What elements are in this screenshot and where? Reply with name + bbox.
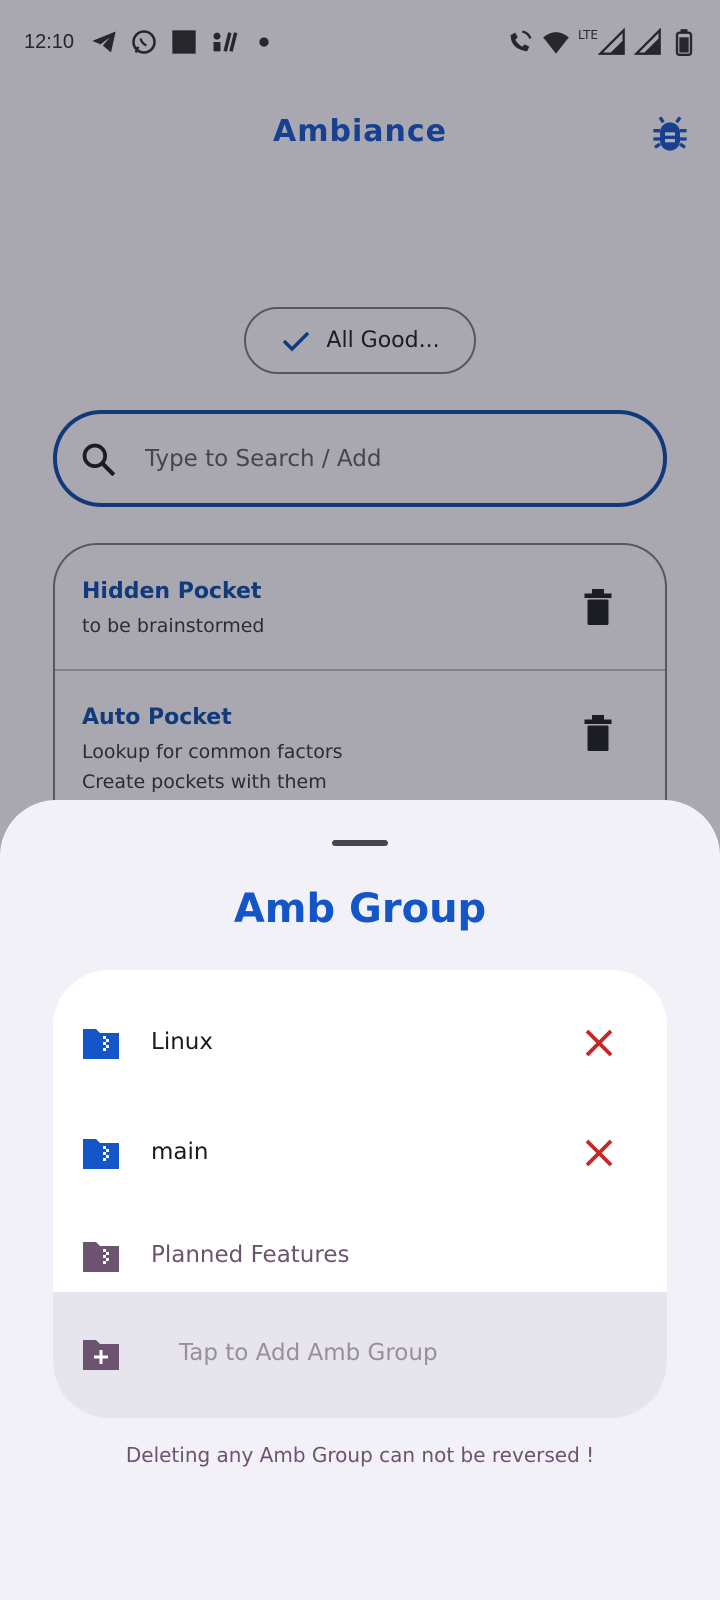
bottom-sheet: Amb Group Linux main Planned Features Ta… [0, 800, 720, 1600]
add-group-button[interactable]: Tap to Add Amb Group [53, 1292, 667, 1418]
group-name: Linux [151, 1029, 213, 1055]
drag-handle[interactable] [332, 840, 388, 846]
group-name: main [151, 1139, 209, 1165]
folder-zip-icon [83, 1242, 119, 1272]
add-group-label: Tap to Add Amb Group [179, 1340, 438, 1366]
group-item-main[interactable]: main [53, 1115, 667, 1195]
group-list: Linux main Planned Features Tap to Add A… [53, 970, 667, 1418]
warning-text: Deleting any Amb Group can not be revers… [125, 1443, 595, 1467]
group-item-planned-features[interactable]: Planned Features [53, 1218, 667, 1298]
close-icon[interactable] [583, 1137, 615, 1169]
sheet-title: Amb Group [233, 886, 487, 932]
group-name: Planned Features [151, 1242, 350, 1268]
close-icon[interactable] [583, 1027, 615, 1059]
folder-add-icon [83, 1340, 119, 1370]
group-item-linux[interactable]: Linux [53, 1005, 667, 1085]
folder-zip-icon [83, 1029, 119, 1059]
folder-zip-icon [83, 1139, 119, 1169]
